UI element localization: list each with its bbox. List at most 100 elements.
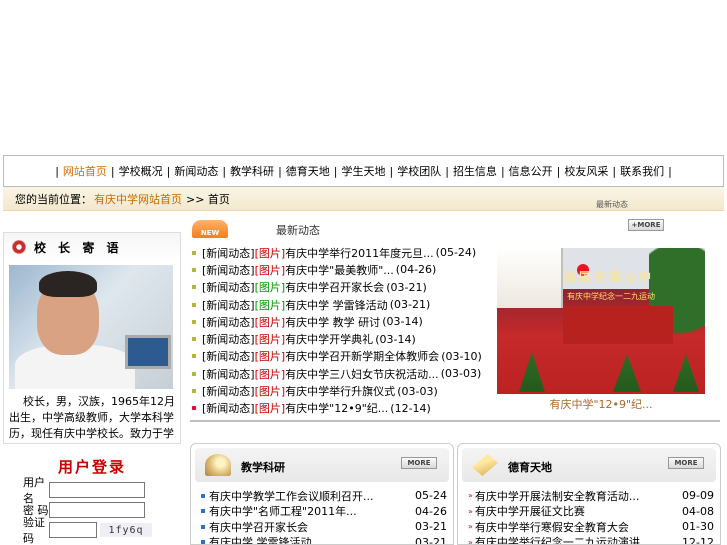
box-more-button[interactable]: MORE xyxy=(668,457,704,469)
box-header: 德育天地 MORE xyxy=(462,448,716,482)
nav-item-contact[interactable]: 联系我们 xyxy=(620,163,664,179)
box-list: 有庆中学教学工作会议顺利召开... 05-24 有庆中学"名师工程"2011年.… xyxy=(191,488,453,544)
news-list: [新闻动态] [图片] 有庆中学举行2011年度元旦... (05-24) [新… xyxy=(190,244,490,417)
news-photo-caption[interactable]: 有庆中学"12•9"纪... xyxy=(497,396,705,412)
nav-item-disclosure[interactable]: 信息公开 xyxy=(509,163,553,179)
bullet-icon xyxy=(201,509,205,514)
nav-item-students[interactable]: 学生天地 xyxy=(342,163,386,179)
breadcrumb-current: >> 首页 xyxy=(186,192,230,206)
bullet-icon xyxy=(192,302,196,307)
lamp-icon xyxy=(205,454,231,476)
breadcrumb-right-tag: 最新动态 xyxy=(596,200,628,209)
list-item[interactable]: [新闻动态] [图片] 有庆中学"12•9"纪... (12-14) xyxy=(190,400,490,417)
list-item[interactable]: [新闻动态] [图片] 有庆中学 教学 研讨 (03-14) xyxy=(190,313,490,330)
news-section-title: 最新动态 xyxy=(276,224,320,237)
principal-message-box: 校 长 寄 语 校长，男，汉族，1965年12月出生，中学高级教师，大学本科学历… xyxy=(3,232,181,444)
list-item[interactable]: [新闻动态] [图片] 有庆中学召开家长会 (03-21) xyxy=(190,279,490,296)
bullet-icon xyxy=(201,493,205,498)
login-box: 用户登录 用户名 密 码 验证码 1fy6q xyxy=(3,454,181,545)
list-item[interactable]: [新闻动态] [图片] 有庆中学 学雷锋活动 (03-21) xyxy=(190,296,490,313)
new-badge-icon: NEW xyxy=(192,220,228,238)
double-arrow-icon: » xyxy=(468,491,473,501)
bullet-icon xyxy=(192,371,196,376)
news-item-title[interactable]: 有庆中学开学典礼 xyxy=(285,331,373,347)
news-photo[interactable]: 祖国在我心中 有庆中学纪念一二九运动 xyxy=(497,248,705,394)
nav-item-home[interactable]: 网站首页 xyxy=(63,163,107,179)
left-column: 校 长 寄 语 校长，男，汉族，1965年12月出生，中学高级教师，大学本科学历… xyxy=(3,232,181,545)
password-input[interactable] xyxy=(49,502,145,518)
list-item[interactable]: » 有庆中学开展法制安全教育活动... 09-09 xyxy=(468,488,714,504)
principal-photo xyxy=(9,265,173,389)
flower-icon xyxy=(12,240,26,254)
bullet-icon xyxy=(192,337,196,342)
principal-intro-text: 校长，男，汉族，1965年12月出生，中学高级教师，大学本科学历，现任有庆中学校… xyxy=(9,395,175,440)
list-item[interactable]: 有庆中学召开家长会 03-21 xyxy=(201,519,447,535)
breadcrumb-site-link[interactable]: 有庆中学网站首页 xyxy=(94,191,182,207)
main-nav: | 网站首页 | 学校概况 | 新闻动态 | 教学科研 | 德育天地 | 学生天… xyxy=(3,155,724,187)
top-banner-area xyxy=(0,0,727,155)
bullet-icon xyxy=(192,250,196,255)
news-item-title[interactable]: 有庆中学召开新学期全体教师会 xyxy=(285,348,439,364)
principal-heading-row: 校 长 寄 语 xyxy=(4,233,180,261)
news-item-title[interactable]: 有庆中学举行升旗仪式 xyxy=(285,383,395,399)
bullet-icon xyxy=(192,354,196,359)
news-more-button[interactable]: +MORE xyxy=(628,219,664,231)
list-item[interactable]: 有庆中学 学雷锋活动 03-21 xyxy=(201,535,447,544)
news-item-title[interactable]: 有庆中学 学雷锋活动 xyxy=(285,297,388,313)
box-header: 教学科研 MORE xyxy=(195,448,449,482)
list-item[interactable]: 有庆中学教学工作会议顺利召开... 05-24 xyxy=(201,488,447,504)
bullet-icon xyxy=(201,540,205,544)
nav-item-about[interactable]: 学校概况 xyxy=(119,163,163,179)
breadcrumb: 您的当前位置： 有庆中学网站首页 >> 首页 最新动态 xyxy=(3,187,724,211)
nav-item-news[interactable]: 新闻动态 xyxy=(174,163,218,179)
list-item[interactable]: [新闻动态] [图片] 有庆中学举行升旗仪式 (03-03) xyxy=(190,382,490,399)
box-more-button[interactable]: MORE xyxy=(401,457,437,469)
list-item[interactable]: [新闻动态] [图片] 有庆中学举行2011年度元旦... (05-24) xyxy=(190,244,490,261)
list-item[interactable]: » 有庆中学举行寒假安全教育大会 01-30 xyxy=(468,519,714,535)
nav-item-admission[interactable]: 招生信息 xyxy=(453,163,497,179)
bullet-icon xyxy=(192,389,196,394)
bullet-icon xyxy=(192,319,196,324)
news-item-title[interactable]: 有庆中学举行2011年度元旦... xyxy=(285,245,433,261)
breadcrumb-prefix: 您的当前位置： xyxy=(15,192,92,206)
list-item[interactable]: [新闻动态] [图片] 有庆中学开学典礼 (03-14) xyxy=(190,330,490,347)
double-arrow-icon: » xyxy=(468,522,473,532)
captcha-image[interactable]: 1fy6q xyxy=(100,523,152,537)
list-item[interactable]: » 有庆中学举行纪念一二九运动演讲... 12-12 xyxy=(468,535,714,545)
box-title: 德育天地 xyxy=(508,461,552,474)
list-item[interactable]: [新闻动态] [图片] 有庆中学召开新学期全体教师会 (03-10) xyxy=(190,348,490,365)
captcha-input[interactable] xyxy=(49,522,97,538)
double-arrow-icon: » xyxy=(468,506,473,516)
nav-item-alumni[interactable]: 校友风采 xyxy=(564,163,608,179)
double-arrow-icon: » xyxy=(468,537,473,545)
list-item[interactable]: » 有庆中学开展征文比赛 04-08 xyxy=(468,504,714,520)
box-list: » 有庆中学开展法制安全教育活动... 09-09 » 有庆中学开展征文比赛 0… xyxy=(458,488,720,545)
list-item[interactable]: [新闻动态] [图片] 有庆中学"最美教师"... (04-26) xyxy=(190,261,490,278)
moral-education-box: 德育天地 MORE » 有庆中学开展法制安全教育活动... 09-09 » 有庆… xyxy=(457,443,721,545)
news-item-title[interactable]: 有庆中学 教学 研讨 xyxy=(285,314,380,330)
news-item-title[interactable]: 有庆中学"12•9"纪... xyxy=(285,400,388,416)
bullet-icon xyxy=(192,406,196,411)
news-item-title[interactable]: 有庆中学召开家长会 xyxy=(285,279,384,295)
news-item-title[interactable]: 有庆中学三八妇女节庆祝活动... xyxy=(285,366,439,382)
teaching-research-box: 教学科研 MORE 有庆中学教学工作会议顺利召开... 05-24 有庆中学"名… xyxy=(190,443,454,545)
login-user-row: 用户名 xyxy=(3,476,181,505)
nav-item-moral[interactable]: 德育天地 xyxy=(286,163,330,179)
login-captcha-row: 验证码 1fy6q xyxy=(3,516,181,545)
bullet-icon xyxy=(201,524,205,529)
username-input[interactable] xyxy=(49,482,145,498)
photo-banner-text: 祖国在我心中 xyxy=(563,269,654,284)
list-item[interactable]: 有庆中学"名师工程"2011年... 04-26 xyxy=(201,504,447,520)
latest-news-section: NEW 最新动态 +MORE [新闻动态] [图片] 有庆中学举行2011年度元… xyxy=(190,218,720,422)
news-item-title[interactable]: 有庆中学"最美教师"... xyxy=(285,262,394,278)
bullet-icon xyxy=(192,285,196,290)
photo-sub-text: 有庆中学纪念一二九运动 xyxy=(567,292,655,301)
news-header: NEW 最新动态 +MORE xyxy=(190,218,720,240)
principal-heading: 校 长 寄 语 xyxy=(34,240,123,255)
nav-item-team[interactable]: 学校团队 xyxy=(397,163,441,179)
box-title: 教学科研 xyxy=(241,461,285,474)
nav-item-teaching[interactable]: 教学科研 xyxy=(230,163,274,179)
captcha-label: 验证码 xyxy=(23,516,45,545)
list-item[interactable]: [新闻动态] [图片] 有庆中学三八妇女节庆祝活动... (03-03) xyxy=(190,365,490,382)
book-icon xyxy=(472,454,498,476)
